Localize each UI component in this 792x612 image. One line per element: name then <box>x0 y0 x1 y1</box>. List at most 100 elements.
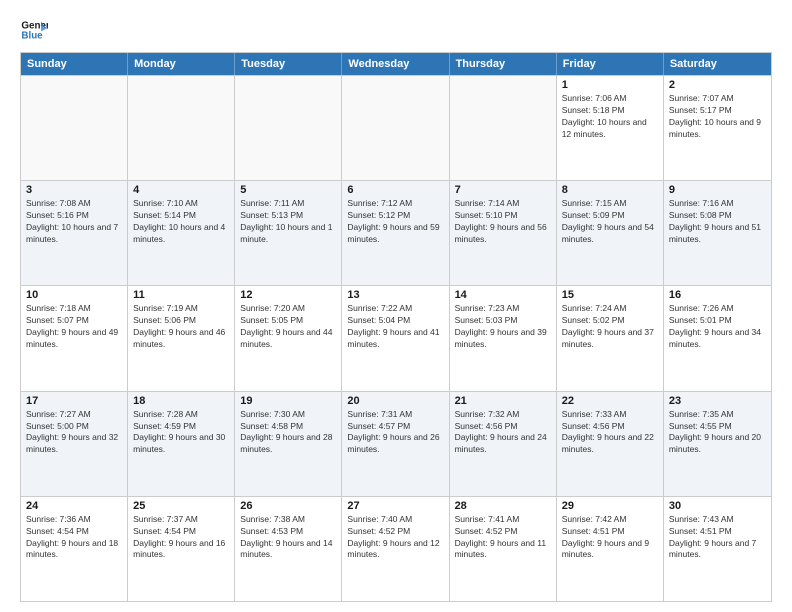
day-number: 2 <box>669 79 766 91</box>
day-number: 9 <box>669 184 766 196</box>
day-number: 1 <box>562 79 658 91</box>
calendar-cell: 7 Sunrise: 7:14 AM Sunset: 5:10 PM Daylig… <box>450 181 557 285</box>
cell-info: Sunrise: 7:33 AM Sunset: 4:56 PM Dayligh… <box>562 409 658 457</box>
day-number: 18 <box>133 395 229 407</box>
cell-info: Sunrise: 7:28 AM Sunset: 4:59 PM Dayligh… <box>133 409 229 457</box>
weekday-header: Sunday <box>21 53 128 75</box>
calendar: SundayMondayTuesdayWednesdayThursdayFrid… <box>20 52 772 602</box>
day-number: 3 <box>26 184 122 196</box>
calendar-cell: 16 Sunrise: 7:26 AM Sunset: 5:01 PM Dayli… <box>664 286 771 390</box>
page-header: General Blue <box>20 16 772 44</box>
calendar-row: 1Sunrise: 7:06 AM Sunset: 5:18 PM Daylig… <box>21 75 771 180</box>
calendar-cell: 28Sunrise: 7:41 AM Sunset: 4:52 PM Dayli… <box>450 497 557 601</box>
day-number: 5 <box>240 184 336 196</box>
cell-info: Sunrise: 7:40 AM Sunset: 4:52 PM Dayligh… <box>347 514 443 562</box>
cell-info: Sunrise: 7:35 AM Sunset: 4:55 PM Dayligh… <box>669 409 766 457</box>
day-number: 27 <box>347 500 443 512</box>
day-number: 8 <box>562 184 658 196</box>
calendar-cell: 11 Sunrise: 7:19 AM Sunset: 5:06 PM Dayli… <box>128 286 235 390</box>
day-number: 15 <box>562 289 658 301</box>
day-number: 23 <box>669 395 766 407</box>
calendar-cell <box>235 76 342 180</box>
day-number: 30 <box>669 500 766 512</box>
cell-info: Sunrise: 7:43 AM Sunset: 4:51 PM Dayligh… <box>669 514 766 562</box>
day-number: 13 <box>347 289 443 301</box>
calendar-cell: 30 Sunrise: 7:43 AM Sunset: 4:51 PM Dayli… <box>664 497 771 601</box>
calendar-body: 1Sunrise: 7:06 AM Sunset: 5:18 PM Daylig… <box>21 75 771 601</box>
cell-info: Sunrise: 7:10 AM Sunset: 5:14 PM Dayligh… <box>133 198 229 246</box>
day-number: 16 <box>669 289 766 301</box>
calendar-cell: 9Sunrise: 7:16 AM Sunset: 5:08 PM Daylig… <box>664 181 771 285</box>
calendar-cell: 14 Sunrise: 7:23 AM Sunset: 5:03 PM Dayli… <box>450 286 557 390</box>
cell-info: Sunrise: 7:07 AM Sunset: 5:17 PM Dayligh… <box>669 93 766 141</box>
calendar-row: 10Sunrise: 7:18 AM Sunset: 5:07 PM Dayli… <box>21 285 771 390</box>
calendar-cell: 24 Sunrise: 7:36 AM Sunset: 4:54 PM Dayli… <box>21 497 128 601</box>
day-number: 28 <box>455 500 551 512</box>
calendar-cell: 26 Sunrise: 7:38 AM Sunset: 4:53 PM Dayli… <box>235 497 342 601</box>
cell-info: Sunrise: 7:20 AM Sunset: 5:05 PM Dayligh… <box>240 303 336 351</box>
day-number: 19 <box>240 395 336 407</box>
calendar-cell: 18 Sunrise: 7:28 AM Sunset: 4:59 PM Dayli… <box>128 392 235 496</box>
weekday-header: Wednesday <box>342 53 449 75</box>
calendar-cell: 12Sunrise: 7:20 AM Sunset: 5:05 PM Dayli… <box>235 286 342 390</box>
day-number: 22 <box>562 395 658 407</box>
calendar-row: 24 Sunrise: 7:36 AM Sunset: 4:54 PM Dayli… <box>21 496 771 601</box>
cell-info: Sunrise: 7:15 AM Sunset: 5:09 PM Dayligh… <box>562 198 658 246</box>
calendar-row: 17Sunrise: 7:27 AM Sunset: 5:00 PM Dayli… <box>21 391 771 496</box>
calendar-cell: 25 Sunrise: 7:37 AM Sunset: 4:54 PM Dayli… <box>128 497 235 601</box>
calendar-cell <box>21 76 128 180</box>
calendar-cell <box>128 76 235 180</box>
weekday-header: Monday <box>128 53 235 75</box>
day-number: 4 <box>133 184 229 196</box>
calendar-cell: 1Sunrise: 7:06 AM Sunset: 5:18 PM Daylig… <box>557 76 664 180</box>
weekday-header: Tuesday <box>235 53 342 75</box>
day-number: 7 <box>455 184 551 196</box>
day-number: 20 <box>347 395 443 407</box>
cell-info: Sunrise: 7:42 AM Sunset: 4:51 PM Dayligh… <box>562 514 658 562</box>
calendar-cell: 4 Sunrise: 7:10 AM Sunset: 5:14 PM Daylig… <box>128 181 235 285</box>
cell-info: Sunrise: 7:11 AM Sunset: 5:13 PM Dayligh… <box>240 198 336 246</box>
cell-info: Sunrise: 7:30 AM Sunset: 4:58 PM Dayligh… <box>240 409 336 457</box>
calendar-cell: 17Sunrise: 7:27 AM Sunset: 5:00 PM Dayli… <box>21 392 128 496</box>
cell-info: Sunrise: 7:36 AM Sunset: 4:54 PM Dayligh… <box>26 514 122 562</box>
calendar-cell <box>342 76 449 180</box>
calendar-cell: 19 Sunrise: 7:30 AM Sunset: 4:58 PM Dayli… <box>235 392 342 496</box>
cell-info: Sunrise: 7:19 AM Sunset: 5:06 PM Dayligh… <box>133 303 229 351</box>
day-number: 24 <box>26 500 122 512</box>
calendar-cell: 22 Sunrise: 7:33 AM Sunset: 4:56 PM Dayli… <box>557 392 664 496</box>
calendar-cell: 3Sunrise: 7:08 AM Sunset: 5:16 PM Daylig… <box>21 181 128 285</box>
cell-info: Sunrise: 7:12 AM Sunset: 5:12 PM Dayligh… <box>347 198 443 246</box>
day-number: 17 <box>26 395 122 407</box>
calendar-cell: 29 Sunrise: 7:42 AM Sunset: 4:51 PM Dayli… <box>557 497 664 601</box>
calendar-cell: 8 Sunrise: 7:15 AM Sunset: 5:09 PM Daylig… <box>557 181 664 285</box>
cell-info: Sunrise: 7:14 AM Sunset: 5:10 PM Dayligh… <box>455 198 551 246</box>
cell-info: Sunrise: 7:37 AM Sunset: 4:54 PM Dayligh… <box>133 514 229 562</box>
day-number: 25 <box>133 500 229 512</box>
day-number: 26 <box>240 500 336 512</box>
cell-info: Sunrise: 7:26 AM Sunset: 5:01 PM Dayligh… <box>669 303 766 351</box>
day-number: 21 <box>455 395 551 407</box>
logo: General Blue <box>20 16 48 44</box>
weekday-header: Thursday <box>450 53 557 75</box>
calendar-cell: 2 Sunrise: 7:07 AM Sunset: 5:17 PM Daylig… <box>664 76 771 180</box>
cell-info: Sunrise: 7:18 AM Sunset: 5:07 PM Dayligh… <box>26 303 122 351</box>
weekday-header: Friday <box>557 53 664 75</box>
cell-info: Sunrise: 7:23 AM Sunset: 5:03 PM Dayligh… <box>455 303 551 351</box>
calendar-cell <box>450 76 557 180</box>
day-number: 14 <box>455 289 551 301</box>
calendar-cell: 6Sunrise: 7:12 AM Sunset: 5:12 PM Daylig… <box>342 181 449 285</box>
calendar-cell: 5 Sunrise: 7:11 AM Sunset: 5:13 PM Daylig… <box>235 181 342 285</box>
calendar-header: SundayMondayTuesdayWednesdayThursdayFrid… <box>21 53 771 75</box>
calendar-cell: 15 Sunrise: 7:24 AM Sunset: 5:02 PM Dayli… <box>557 286 664 390</box>
day-number: 29 <box>562 500 658 512</box>
cell-info: Sunrise: 7:24 AM Sunset: 5:02 PM Dayligh… <box>562 303 658 351</box>
svg-text:Blue: Blue <box>21 30 43 41</box>
calendar-cell: 21Sunrise: 7:32 AM Sunset: 4:56 PM Dayli… <box>450 392 557 496</box>
calendar-cell: 23 Sunrise: 7:35 AM Sunset: 4:55 PM Dayli… <box>664 392 771 496</box>
cell-info: Sunrise: 7:38 AM Sunset: 4:53 PM Dayligh… <box>240 514 336 562</box>
cell-info: Sunrise: 7:31 AM Sunset: 4:57 PM Dayligh… <box>347 409 443 457</box>
day-number: 11 <box>133 289 229 301</box>
cell-info: Sunrise: 7:22 AM Sunset: 5:04 PM Dayligh… <box>347 303 443 351</box>
calendar-cell: 10Sunrise: 7:18 AM Sunset: 5:07 PM Dayli… <box>21 286 128 390</box>
calendar-cell: 13 Sunrise: 7:22 AM Sunset: 5:04 PM Dayli… <box>342 286 449 390</box>
